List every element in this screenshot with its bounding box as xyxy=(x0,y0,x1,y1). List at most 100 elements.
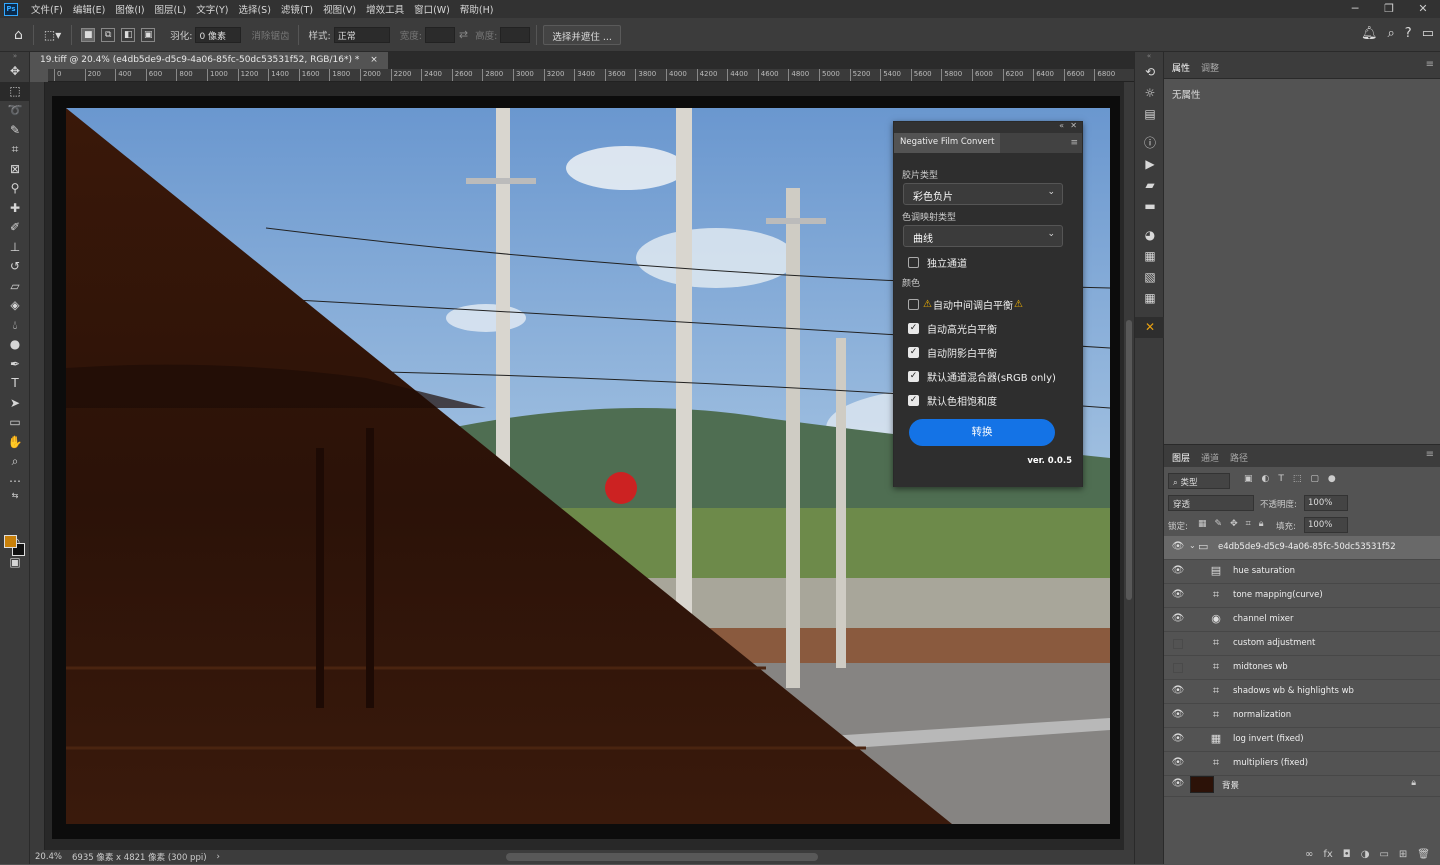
independent-channel-checkbox[interactable]: 独立通道 xyxy=(908,255,967,270)
opacity-input[interactable]: 100% xyxy=(1304,495,1348,511)
default-channel-mixer-checkbox[interactable]: ✓ 默认通道混合器(sRGB only) xyxy=(908,369,1056,384)
delete-layer-icon[interactable]: 🗑︎ xyxy=(1417,849,1430,860)
default-hue-saturation-checkbox[interactable]: ✓ 默认色相饱和度 xyxy=(908,393,997,408)
menu-edit[interactable]: 编辑(E) xyxy=(68,2,110,16)
checkbox-box[interactable] xyxy=(908,299,919,310)
lock-transparent-icon[interactable]: ▦ xyxy=(1198,519,1207,529)
help-icon[interactable]: ? xyxy=(1405,26,1412,41)
panel-tab[interactable]: Negative Film Convert xyxy=(894,133,1001,153)
more-tools-icon[interactable]: ⋯ xyxy=(0,472,30,492)
close-tab-icon[interactable]: × xyxy=(370,55,378,65)
visibility-eye-icon[interactable]: 👁︎ xyxy=(1171,613,1185,625)
menu-plugins[interactable]: 增效工具 xyxy=(361,2,409,16)
menu-layer[interactable]: 图层(L) xyxy=(150,2,192,16)
hand-tool-icon[interactable]: ✋ xyxy=(0,433,30,453)
expand-panels-icon[interactable]: « xyxy=(1135,52,1163,62)
close-window-button[interactable]: ✕ xyxy=(1406,0,1440,18)
checkbox-box[interactable]: ✓ xyxy=(908,395,919,406)
layer-row[interactable]: ⌗ midtones wb xyxy=(1164,656,1440,680)
tool-presets-icon[interactable]: ▰ xyxy=(1135,175,1165,196)
add-mask-icon[interactable]: ◘ xyxy=(1343,849,1351,860)
filter-toggle-icon[interactable]: ● xyxy=(1328,474,1336,484)
blur-tool-icon[interactable]: 💧︎ xyxy=(0,316,30,336)
lock-pixels-icon[interactable]: ✎ xyxy=(1215,519,1223,529)
layer-row[interactable]: ⌗ custom adjustment xyxy=(1164,632,1440,656)
height-input[interactable] xyxy=(500,26,531,43)
visibility-eye-icon[interactable]: 👁︎ xyxy=(1171,685,1185,697)
tone-mapping-select[interactable]: 曲线 ⌄ xyxy=(903,225,1063,247)
patterns-panel-icon[interactable]: ▦ xyxy=(1135,288,1165,309)
visibility-off-icon[interactable] xyxy=(1173,663,1183,673)
zoom-tool-icon[interactable]: ⌕ xyxy=(0,452,30,472)
home-icon[interactable]: ⌂ xyxy=(14,27,23,43)
add-selection-icon[interactable]: ⧉ xyxy=(101,27,116,42)
menu-file[interactable]: 文件(F) xyxy=(26,2,68,16)
chevron-down-icon[interactable]: ⌄ xyxy=(1189,541,1196,550)
crop-tool-icon[interactable]: ⌗ xyxy=(0,140,30,160)
menu-help[interactable]: 帮助(H) xyxy=(455,2,499,16)
panel-menu-icon[interactable]: ≡ xyxy=(1426,449,1434,460)
path-select-tool-icon[interactable]: ➤ xyxy=(0,394,30,414)
visibility-eye-icon[interactable]: 👁︎ xyxy=(1171,565,1185,577)
brush-tool-icon[interactable]: ✐ xyxy=(0,218,30,238)
new-adjustment-icon[interactable]: ◑ xyxy=(1361,849,1370,860)
tab-adjustments[interactable]: 调整 xyxy=(1201,61,1219,74)
smart-object-filter-icon[interactable]: ▢ xyxy=(1310,474,1319,484)
close-panel-icon[interactable]: ✕ xyxy=(1070,121,1077,130)
menu-select[interactable]: 选择(S) xyxy=(233,2,275,16)
layer-row[interactable]: 👁︎ ◉ channel mixer xyxy=(1164,608,1440,632)
marquee-tool-icon[interactable]: ⬚ xyxy=(0,81,30,101)
menu-view[interactable]: 视图(V) xyxy=(318,2,361,16)
fill-input[interactable]: 100% xyxy=(1304,517,1348,533)
color-panel-icon[interactable]: ◕ xyxy=(1135,225,1165,246)
search-icon[interactable]: ⌕ xyxy=(1388,26,1395,41)
menu-window[interactable]: 窗口(W) xyxy=(409,2,455,16)
visibility-eye-icon[interactable]: 👁︎ xyxy=(1171,778,1185,790)
checkbox-box[interactable]: ✓ xyxy=(908,371,919,382)
frame-tool-icon[interactable]: ⊠ xyxy=(0,160,30,180)
type-filter-icon[interactable]: T xyxy=(1278,474,1284,484)
auto-highlights-wb-checkbox[interactable]: ✓ 自动高光白平衡 xyxy=(908,321,997,336)
quick-select-tool-icon[interactable]: ✎ xyxy=(0,121,30,141)
menu-filter[interactable]: 滤镜(T) xyxy=(276,2,318,16)
adjustment-filter-icon[interactable]: ◐ xyxy=(1262,474,1270,484)
link-layers-icon[interactable]: ∞ xyxy=(1305,849,1313,860)
move-tool-icon[interactable]: ✥ xyxy=(0,62,30,82)
layer-row[interactable]: 👁︎ ⌗ shadows wb & highlights wb xyxy=(1164,680,1440,704)
select-and-mask-button[interactable]: 选择并遮住 ... xyxy=(543,24,621,45)
horizontal-scroll-thumb[interactable] xyxy=(506,853,818,861)
swap-colors-icon[interactable]: ⇆ xyxy=(0,491,30,503)
marquee-tool-preset-icon[interactable]: ⬚▾ xyxy=(44,28,61,42)
new-layer-icon[interactable]: ⊞ xyxy=(1399,849,1407,860)
zoom-level[interactable]: 20.4% xyxy=(35,852,62,862)
tab-properties[interactable]: 属性 xyxy=(1172,61,1190,74)
blend-mode-select[interactable]: 穿透 xyxy=(1168,495,1254,511)
intersect-selection-icon[interactable]: ▣ xyxy=(141,27,156,42)
lock-all-icon[interactable]: 🔒︎ xyxy=(1259,519,1264,529)
collapse-icon[interactable]: » xyxy=(0,52,30,62)
healing-brush-tool-icon[interactable]: ✚ xyxy=(0,199,30,219)
film-convert-plugin-icon[interactable]: ✕ xyxy=(1135,317,1165,338)
image-filter-icon[interactable]: ▣ xyxy=(1244,474,1253,484)
visibility-off-icon[interactable] xyxy=(1173,639,1183,649)
film-type-select[interactable]: 彩色负片 ⌄ xyxy=(903,183,1063,205)
info-panel-icon[interactable]: ⓘ xyxy=(1135,133,1165,154)
document-tab[interactable]: 19.tiff @ 20.4% (e4db5de9-d5c9-4a06-85fc… xyxy=(30,52,388,69)
pen-tool-icon[interactable]: ✒ xyxy=(0,355,30,375)
status-arrow[interactable]: › xyxy=(217,852,220,862)
visibility-eye-icon[interactable]: 👁︎ xyxy=(1171,589,1185,601)
layer-row[interactable]: 👁︎ ⌗ normalization xyxy=(1164,704,1440,728)
maximize-button[interactable]: ❐ xyxy=(1372,0,1406,18)
notification-icon[interactable]: 🔔︎ xyxy=(1361,26,1378,41)
vertical-scroll-thumb[interactable] xyxy=(1126,320,1132,600)
convert-button[interactable]: 转换 xyxy=(909,419,1055,446)
auto-shadows-wb-checkbox[interactable]: ✓ 自动阴影白平衡 xyxy=(908,345,997,360)
collapse-panel-icon[interactable]: « xyxy=(1059,121,1064,130)
new-selection-icon[interactable]: ■ xyxy=(81,27,96,42)
visibility-eye-icon[interactable]: 👁︎ xyxy=(1171,733,1185,745)
feather-input[interactable]: 0 像素 xyxy=(195,26,242,43)
dodge-tool-icon[interactable]: ● xyxy=(0,335,30,355)
menu-image[interactable]: 图像(I) xyxy=(110,2,149,16)
foreground-color-swatch[interactable] xyxy=(4,535,17,548)
checkbox-box[interactable] xyxy=(908,257,919,268)
